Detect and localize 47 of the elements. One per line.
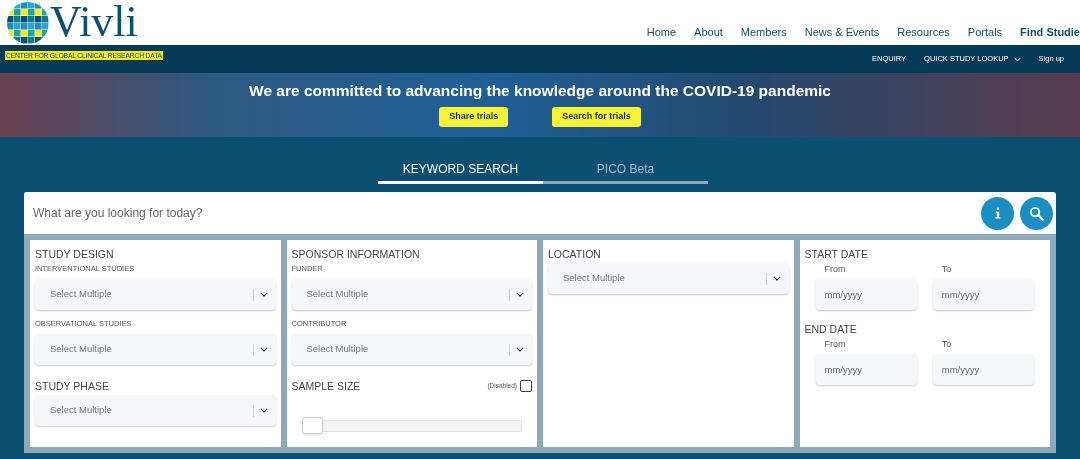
chevron-down-icon [259, 408, 268, 413]
date-field[interactable]: mm/yyyy [932, 279, 1034, 310]
field-label: From [823, 263, 846, 275]
search-icon [1029, 205, 1044, 221]
select-dropdown[interactable]: Select Multiple [35, 334, 276, 365]
section-title: LOCATION [548, 247, 601, 261]
search-tab[interactable]: PICO Beta [543, 160, 708, 184]
nav-link[interactable]: Resources [897, 23, 950, 40]
field-label: To [940, 338, 952, 350]
nav-link[interactable]: News & Events [804, 23, 880, 40]
banner-headline: We are committed to advancing the knowledge around the COVID-19 pandemic [249, 81, 831, 101]
chevron-down-icon [259, 347, 268, 352]
chevron-down-icon [259, 292, 268, 297]
select-dropdown[interactable]: Select Multiple [291, 279, 532, 310]
nav-link[interactable]: About [694, 23, 723, 40]
section-title: STUDY PHASE [35, 379, 109, 393]
section-title: SPONSOR INFORMATION [291, 247, 420, 261]
range-slider[interactable] [301, 417, 522, 434]
chevron-down-icon [516, 292, 524, 297]
date-field[interactable]: mm/yyyy [815, 279, 917, 310]
nav-link[interactable]: Portals [967, 23, 1003, 40]
select-dropdown[interactable]: Select Multiple [548, 263, 789, 294]
section-title: SAMPLE SIZE [291, 379, 361, 393]
section-title: END DATE [804, 322, 857, 336]
date-field[interactable]: mm/yyyy [932, 354, 1034, 385]
chevron-down-icon [772, 276, 781, 281]
checkbox[interactable] [520, 380, 532, 392]
nav-link[interactable]: Members [740, 23, 787, 40]
nav-link[interactable]: Home [646, 23, 677, 40]
info-icon [994, 206, 1001, 220]
info-button[interactable] [981, 196, 1014, 230]
section-title: START DATE [804, 247, 868, 261]
section-title: STUDY DESIGN [35, 247, 114, 261]
field-label: From [823, 338, 846, 350]
chevron-down-icon [516, 347, 524, 352]
banner-button[interactable]: Search for trials [552, 107, 641, 127]
select-dropdown[interactable]: Select Multiple [35, 395, 276, 426]
select-dropdown[interactable]: Select Multiple [35, 279, 276, 310]
search-tab[interactable]: KEYWORD SEARCH [378, 160, 543, 184]
select-dropdown[interactable]: Select Multiple [291, 334, 532, 365]
logo-wordmark: Vivli [50, 1, 138, 42]
logo-icon [7, 1, 49, 44]
search-button[interactable] [1020, 196, 1053, 230]
field-label: To [940, 263, 952, 275]
chevron-down-icon [1013, 56, 1021, 62]
banner-button[interactable]: Share trials [439, 107, 509, 127]
date-field[interactable]: mm/yyyy [815, 354, 917, 385]
